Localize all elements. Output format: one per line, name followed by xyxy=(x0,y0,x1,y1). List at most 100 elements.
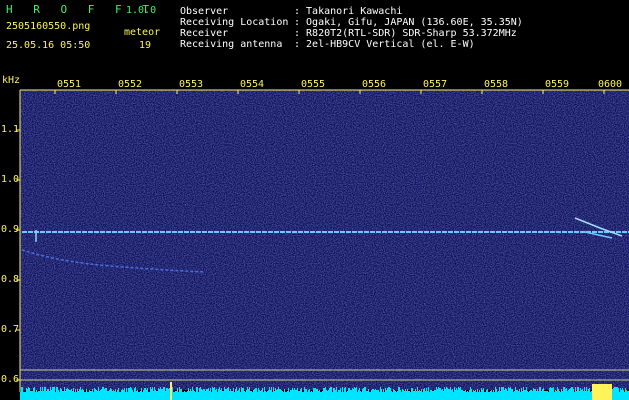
level-bar xyxy=(583,391,584,394)
level-bar xyxy=(107,391,108,394)
level-bar xyxy=(412,388,413,394)
level-bar xyxy=(270,390,271,394)
level-bar xyxy=(268,390,269,394)
level-bar xyxy=(127,392,128,394)
level-bar xyxy=(325,387,326,394)
level-bar xyxy=(529,391,530,394)
level-bar xyxy=(340,388,341,394)
level-bar xyxy=(213,388,214,394)
level-bar xyxy=(54,387,55,394)
level-bar xyxy=(368,389,369,394)
level-baseline xyxy=(20,394,629,400)
level-bar xyxy=(317,389,318,394)
level-bar xyxy=(261,390,262,394)
level-bar xyxy=(293,390,294,394)
level-bar xyxy=(38,391,39,394)
level-bar xyxy=(349,388,350,394)
level-bar xyxy=(74,392,75,394)
level-bar xyxy=(580,388,581,394)
level-bar xyxy=(335,390,336,394)
level-bar xyxy=(226,389,227,394)
level-bar xyxy=(159,389,160,394)
level-bar xyxy=(124,388,125,394)
level-bar xyxy=(224,387,225,394)
level-bar xyxy=(179,387,180,394)
level-bar xyxy=(346,392,347,394)
level-bar xyxy=(220,390,221,394)
level-bar xyxy=(128,388,129,394)
level-bar xyxy=(85,392,86,394)
level-bar xyxy=(343,392,344,394)
level-bar xyxy=(275,388,276,394)
level-bar xyxy=(394,390,395,394)
level-bar xyxy=(541,391,542,394)
level-bar xyxy=(397,391,398,394)
level-bar xyxy=(395,391,396,394)
level-bar xyxy=(242,388,243,394)
level-bar xyxy=(459,388,460,394)
level-bar xyxy=(102,387,103,394)
level-bar xyxy=(303,392,304,394)
level-bar xyxy=(189,391,190,394)
spectrogram xyxy=(16,89,629,400)
level-bar xyxy=(20,392,21,394)
level-bar xyxy=(327,391,328,394)
level-bar xyxy=(334,388,335,394)
level-bar xyxy=(35,392,36,394)
level-bar xyxy=(347,391,348,394)
level-bar xyxy=(279,389,280,394)
level-bar xyxy=(437,389,438,394)
level-bar xyxy=(52,387,53,394)
level-bar xyxy=(520,392,521,394)
level-bar xyxy=(97,391,98,394)
level-bar xyxy=(523,387,524,394)
level-bar xyxy=(79,389,80,394)
level-bar xyxy=(323,388,324,394)
level-bar xyxy=(263,392,264,394)
level-bar xyxy=(479,390,480,394)
level-bar xyxy=(403,390,404,394)
level-bar xyxy=(591,391,592,394)
level-bar xyxy=(214,387,215,394)
level-bar xyxy=(528,392,529,394)
level-bar xyxy=(386,390,387,394)
level-bar xyxy=(421,389,422,394)
level-bar xyxy=(222,391,223,394)
level-bar xyxy=(322,391,323,394)
level-bar xyxy=(295,390,296,394)
level-bar xyxy=(112,391,113,394)
level-bar xyxy=(527,391,528,394)
level-bar xyxy=(192,387,193,394)
level-bar xyxy=(468,392,469,394)
level-bar xyxy=(260,391,261,394)
level-bar xyxy=(429,392,430,394)
level-bar xyxy=(387,388,388,394)
level-bar xyxy=(526,387,527,394)
level-bar xyxy=(87,392,88,394)
level-bar xyxy=(365,387,366,394)
level-bar xyxy=(118,388,119,394)
level-bar xyxy=(417,387,418,394)
level-bar xyxy=(382,392,383,394)
level-bar xyxy=(572,387,573,394)
level-bar xyxy=(157,391,158,394)
level-bar xyxy=(420,391,421,394)
level-bar xyxy=(33,388,34,394)
level-bar xyxy=(586,387,587,394)
level-bar xyxy=(156,391,157,394)
level-bar xyxy=(353,389,354,394)
level-bar xyxy=(219,387,220,394)
level-bar xyxy=(362,389,363,394)
level-bar xyxy=(254,389,255,394)
level-bar xyxy=(548,392,549,394)
level-bar xyxy=(623,390,624,394)
level-bar xyxy=(560,392,561,394)
level-bar xyxy=(235,389,236,394)
level-bar xyxy=(223,391,224,394)
level-bar xyxy=(173,392,174,394)
level-bar xyxy=(194,391,195,394)
level-bar xyxy=(250,391,251,394)
level-bar xyxy=(259,390,260,394)
level-bar xyxy=(309,389,310,394)
level-bar xyxy=(278,387,279,394)
